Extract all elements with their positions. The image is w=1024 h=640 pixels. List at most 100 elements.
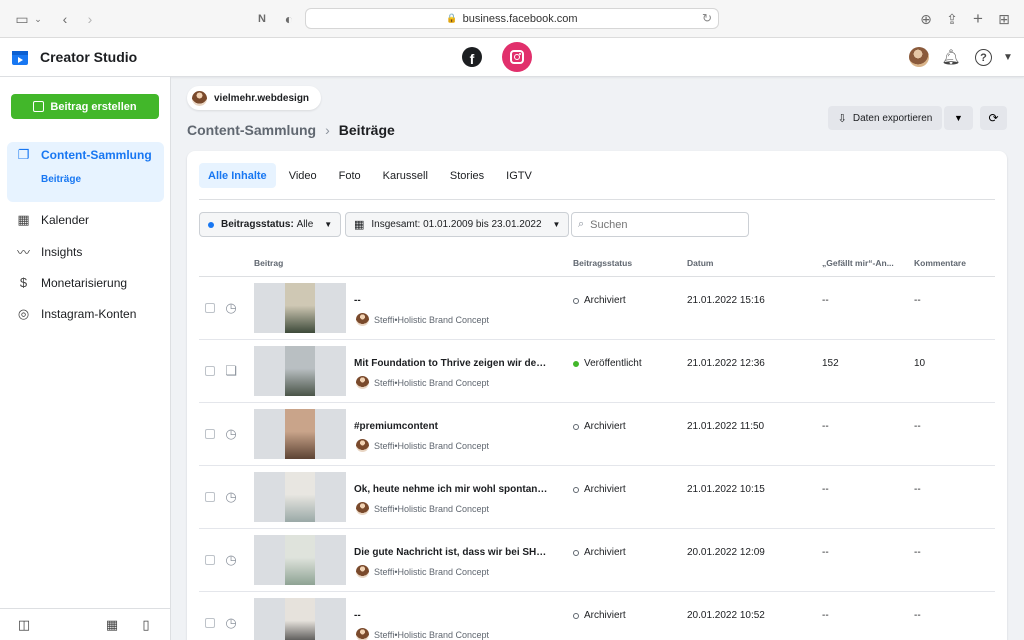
collapse-sidebar-icon[interactable]: ◫: [16, 617, 32, 633]
instagram-icon[interactable]: [502, 42, 532, 72]
date-range-filter[interactable]: ▦ Insgesamt: 01.01.2009 bis 23.01.2022 ▼: [345, 212, 570, 237]
calendar-icon: ▦: [354, 219, 365, 231]
app-header: Creator Studio f 🔔︎ ? ▼: [0, 38, 1024, 77]
refresh-button[interactable]: ⟳: [980, 106, 1007, 130]
help-icon[interactable]: ?: [975, 49, 992, 66]
post-caption[interactable]: --: [354, 610, 549, 621]
sidebar-toggle-icon[interactable]: ▭: [12, 9, 32, 29]
post-caption[interactable]: Die gute Nachricht ist, dass wir bei SHO…: [354, 547, 549, 558]
sidebar-footer: ◫ ▦ ▯: [0, 608, 171, 640]
post-author: Steffi•Holistic Brand Concept: [356, 565, 489, 578]
status-badge: Archiviert: [573, 484, 626, 495]
author-name: Steffi•Holistic Brand Concept: [374, 629, 490, 640]
new-tab-icon[interactable]: +: [968, 9, 988, 29]
create-post-label: Beitrag erstellen: [50, 100, 137, 113]
row-checkbox[interactable]: [205, 366, 215, 376]
table-row[interactable]: ◷ #premiumcontent Steffi•Holistic Brand Co…: [199, 403, 995, 466]
post-thumbnail[interactable]: [254, 346, 346, 396]
post-date: 21.01.2022 11:50: [687, 421, 765, 432]
avatar[interactable]: [909, 47, 929, 67]
reload-icon[interactable]: ↻: [702, 11, 712, 25]
notion-icon[interactable]: N: [252, 9, 272, 29]
export-dropdown-button[interactable]: ▼: [944, 106, 973, 130]
sidebar-item-insights[interactable]: 〰 Insights: [16, 244, 83, 261]
tab-foto[interactable]: Foto: [330, 163, 370, 188]
row-checkbox[interactable]: [205, 492, 215, 502]
status-badge: Veröffentlicht: [573, 358, 642, 369]
account-name: vielmehr.webdesign: [214, 92, 310, 104]
tab-overview-icon[interactable]: ⊞: [994, 9, 1014, 29]
shield-icon[interactable]: ◐: [279, 9, 299, 29]
breadcrumb-parent[interactable]: Content-Sammlung: [187, 122, 316, 138]
mobile-icon[interactable]: ▯: [138, 617, 154, 633]
column-header-date[interactable]: Datum: [687, 258, 713, 268]
sidebar-item-label: Kalender: [41, 212, 90, 227]
column-header-post[interactable]: Beitrag: [254, 258, 283, 268]
table-row[interactable]: ◷ Ok, heute nehme ich mir wohl spontan fr…: [199, 466, 995, 529]
bell-icon[interactable]: 🔔︎: [941, 47, 961, 67]
forward-icon[interactable]: ›: [80, 9, 100, 29]
tab-karussell[interactable]: Karussell: [374, 163, 437, 188]
sidebar-item-label: Instagram-Konten: [41, 306, 137, 321]
column-header-likes[interactable]: „Gefällt mir“-An...: [822, 258, 894, 268]
status-badge: Archiviert: [573, 421, 626, 432]
history-icon: ◷: [225, 426, 237, 441]
row-checkbox[interactable]: [205, 555, 215, 565]
post-thumbnail[interactable]: [254, 472, 346, 522]
table-row[interactable]: ❏ Mit Foundation to Thrive zeigen wir der…: [199, 340, 995, 403]
status-filter-label: Beitragsstatus:: [221, 219, 294, 230]
sidebar-item-content-library[interactable]: ❐ Content-Sammlung: [16, 147, 152, 162]
history-icon: ◷: [225, 552, 237, 567]
url-text: business.facebook.com: [462, 12, 578, 25]
tab-stories[interactable]: Stories: [441, 163, 493, 188]
search-box[interactable]: ⌕: [571, 212, 749, 237]
table-row[interactable]: ◷ -- Steffi•Holistic Brand Concept Archivie…: [199, 592, 995, 640]
search-input[interactable]: [590, 218, 731, 231]
post-author: Steffi•Holistic Brand Concept: [356, 313, 489, 326]
post-caption[interactable]: --: [354, 295, 549, 306]
post-thumbnail[interactable]: [254, 598, 346, 640]
tab-igtv[interactable]: IGTV: [497, 163, 541, 188]
post-date: 21.01.2022 15:16: [687, 295, 765, 306]
export-data-button[interactable]: ⇩ Daten exportieren: [828, 106, 942, 130]
caret-down-icon: ▼: [324, 220, 333, 229]
sidebar-item-label: Insights: [41, 244, 83, 259]
column-header-comments[interactable]: Kommentare: [914, 258, 966, 268]
tab-alle-inhalte[interactable]: Alle Inhalte: [199, 163, 276, 188]
facebook-icon[interactable]: f: [462, 47, 482, 67]
address-bar[interactable]: 🔒 business.facebook.com ↻: [305, 8, 719, 29]
post-caption[interactable]: Mit Foundation to Thrive zeigen wir der …: [354, 358, 549, 369]
caret-down-icon[interactable]: ▼: [1001, 47, 1015, 67]
post-date: 20.01.2022 10:52: [687, 610, 765, 621]
status-badge: Archiviert: [573, 547, 626, 558]
avatar: [192, 90, 207, 106]
chevron-down-icon[interactable]: ⌄: [32, 9, 44, 29]
sidebar-item-monetization[interactable]: $ Monetarisierung: [16, 275, 127, 290]
post-thumbnail[interactable]: [254, 535, 346, 585]
sidebar-item-calendar[interactable]: ▦ Kalender: [16, 212, 89, 227]
account-switcher[interactable]: vielmehr.webdesign: [187, 86, 322, 110]
post-thumbnail[interactable]: [254, 409, 346, 459]
share-icon[interactable]: ⇪: [942, 9, 962, 29]
grid-icon[interactable]: ▦: [104, 617, 120, 633]
status-filter[interactable]: Beitragsstatus: Alle ▼: [199, 212, 342, 237]
post-likes: --: [822, 547, 829, 558]
back-icon[interactable]: ‹: [55, 9, 75, 29]
row-checkbox[interactable]: [205, 303, 215, 313]
sidebar-item-instagram-accounts[interactable]: ◎ Instagram-Konten: [16, 306, 137, 321]
post-caption[interactable]: #premiumcontent: [354, 421, 549, 432]
tab-video[interactable]: Video: [280, 163, 326, 188]
row-checkbox[interactable]: [205, 618, 215, 628]
sidebar-subitem-posts[interactable]: Beiträge: [41, 174, 81, 185]
table-row[interactable]: ◷ Die gute Nachricht ist, dass wir bei SH…: [199, 529, 995, 592]
caret-down-icon: ▼: [552, 220, 561, 229]
status-dot-icon: [573, 423, 579, 430]
post-thumbnail[interactable]: [254, 283, 346, 333]
column-header-status[interactable]: Beitragsstatus: [573, 258, 632, 268]
row-checkbox[interactable]: [205, 429, 215, 439]
create-post-button[interactable]: Beitrag erstellen: [11, 94, 159, 119]
download-icon[interactable]: ⊕: [916, 9, 936, 29]
post-caption[interactable]: Ok, heute nehme ich mir wohl spontan fre…: [354, 484, 549, 495]
post-likes: --: [822, 610, 829, 621]
table-row[interactable]: ◷ -- Steffi•Holistic Brand Concept Archivie…: [199, 277, 995, 340]
